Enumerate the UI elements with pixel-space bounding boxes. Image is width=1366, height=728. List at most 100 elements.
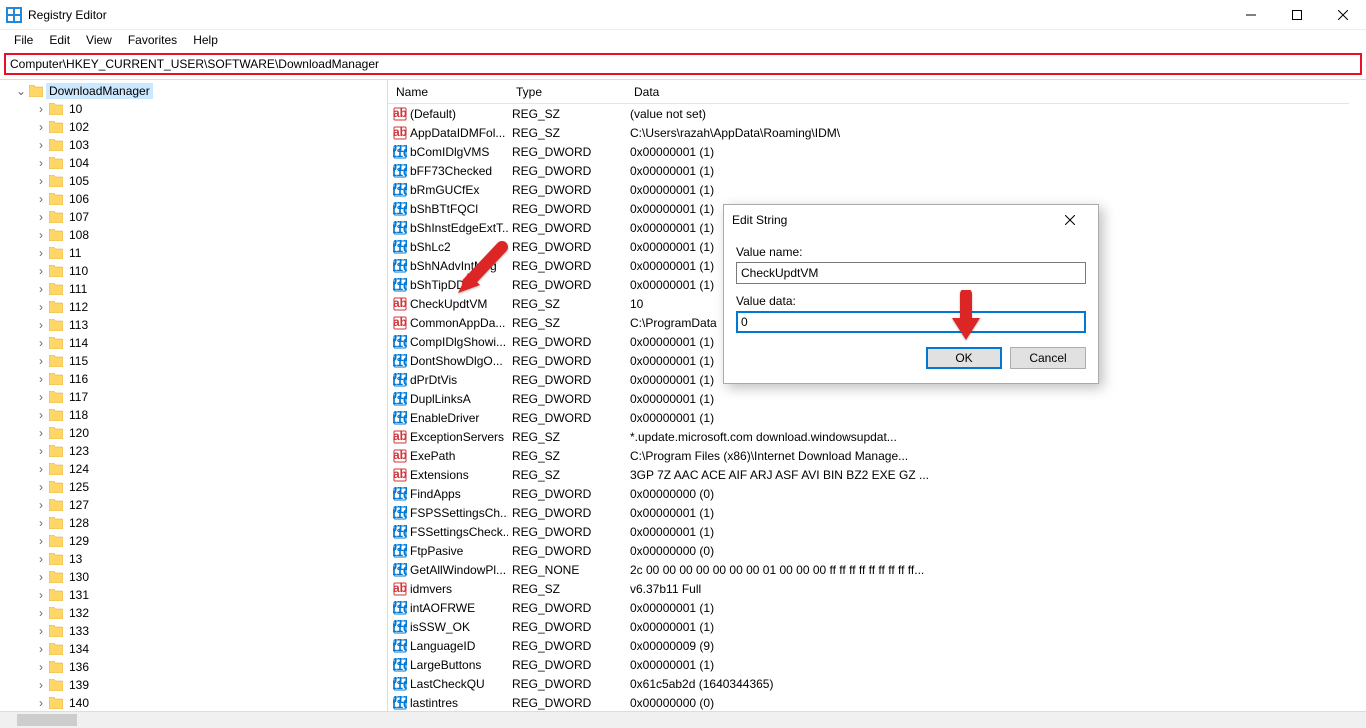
expand-icon[interactable]: › [34, 570, 48, 584]
column-type[interactable]: Type [508, 81, 626, 103]
expand-icon[interactable]: › [34, 102, 48, 116]
tree-item[interactable]: ›115 [14, 352, 387, 370]
menu-view[interactable]: View [78, 31, 120, 49]
address-bar[interactable] [10, 57, 1356, 71]
tree-item[interactable]: ›106 [14, 190, 387, 208]
tree-item[interactable]: ›110 [14, 262, 387, 280]
tree-pane[interactable]: ⌄DownloadManager›10›102›103›104›105›106›… [0, 80, 388, 711]
expand-icon[interactable]: › [34, 192, 48, 206]
tree-hscroll[interactable] [0, 711, 388, 728]
value-row[interactable]: abidmversREG_SZv6.37b11 Full [388, 579, 1366, 598]
expand-icon[interactable]: › [34, 372, 48, 386]
expand-icon[interactable]: › [34, 678, 48, 692]
expand-icon[interactable]: › [34, 138, 48, 152]
value-row[interactable]: 011110FSSettingsCheck...REG_DWORD0x00000… [388, 522, 1366, 541]
value-row[interactable]: 011110FindAppsREG_DWORD0x00000000 (0) [388, 484, 1366, 503]
menu-file[interactable]: File [6, 31, 41, 49]
value-row[interactable]: 011110LastCheckQUREG_DWORD0x61c5ab2d (16… [388, 674, 1366, 693]
column-data[interactable]: Data [626, 81, 1349, 103]
tree-item[interactable]: ›139 [14, 676, 387, 694]
value-row[interactable]: 011110intAOFRWEREG_DWORD0x00000001 (1) [388, 598, 1366, 617]
expand-icon[interactable]: › [34, 336, 48, 350]
expand-icon[interactable]: › [34, 174, 48, 188]
value-data-input[interactable] [736, 311, 1086, 333]
maximize-button[interactable] [1274, 0, 1320, 30]
tree-item[interactable]: ›114 [14, 334, 387, 352]
expand-icon[interactable]: › [34, 120, 48, 134]
expand-icon[interactable]: › [34, 588, 48, 602]
value-row[interactable]: 011110FSPSSettingsCh...REG_DWORD0x000000… [388, 503, 1366, 522]
expand-icon[interactable]: › [34, 390, 48, 404]
expand-icon[interactable]: ⌄ [14, 84, 28, 98]
value-row[interactable]: ab(Default)REG_SZ(value not set) [388, 104, 1366, 123]
expand-icon[interactable]: › [34, 156, 48, 170]
expand-icon[interactable]: › [34, 480, 48, 494]
expand-icon[interactable]: › [34, 228, 48, 242]
expand-icon[interactable]: › [34, 624, 48, 638]
value-row[interactable]: abAppDataIDMFol...REG_SZC:\Users\razah\A… [388, 123, 1366, 142]
tree-item[interactable]: ›11 [14, 244, 387, 262]
expand-icon[interactable]: › [34, 426, 48, 440]
tree-item[interactable]: ›13 [14, 550, 387, 568]
expand-icon[interactable]: › [34, 552, 48, 566]
expand-icon[interactable]: › [34, 606, 48, 620]
expand-icon[interactable]: › [34, 444, 48, 458]
column-name[interactable]: Name [388, 81, 508, 103]
tree-item[interactable]: ›134 [14, 640, 387, 658]
menu-help[interactable]: Help [185, 31, 226, 49]
tree-item[interactable]: ›103 [14, 136, 387, 154]
tree-item[interactable]: ›133 [14, 622, 387, 640]
value-row[interactable]: 011110bFF73CheckedREG_DWORD0x00000001 (1… [388, 161, 1366, 180]
tree-item[interactable]: ›102 [14, 118, 387, 136]
tree-item[interactable]: ›130 [14, 568, 387, 586]
tree-item[interactable]: ›112 [14, 298, 387, 316]
tree-item[interactable]: ›129 [14, 532, 387, 550]
dialog-titlebar[interactable]: Edit String [724, 205, 1098, 235]
tree-item[interactable]: ›131 [14, 586, 387, 604]
tree-item[interactable]: ›127 [14, 496, 387, 514]
expand-icon[interactable]: › [34, 210, 48, 224]
value-row[interactable]: 011110LargeButtonsREG_DWORD0x00000001 (1… [388, 655, 1366, 674]
tree-item[interactable]: ›120 [14, 424, 387, 442]
value-row[interactable]: abExtensionsREG_SZ3GP 7Z AAC ACE AIF ARJ… [388, 465, 1366, 484]
menu-favorites[interactable]: Favorites [120, 31, 185, 49]
tree-item[interactable]: ›132 [14, 604, 387, 622]
tree-item[interactable]: ›117 [14, 388, 387, 406]
expand-icon[interactable]: › [34, 282, 48, 296]
expand-icon[interactable]: › [34, 354, 48, 368]
dialog-close-button[interactable] [1050, 206, 1090, 234]
close-button[interactable] [1320, 0, 1366, 30]
list-pane[interactable]: Name Type Data ab(Default)REG_SZ(value n… [388, 80, 1366, 711]
cancel-button[interactable]: Cancel [1010, 347, 1086, 369]
expand-icon[interactable]: › [34, 408, 48, 422]
expand-icon[interactable]: › [34, 534, 48, 548]
tree-item[interactable]: ›125 [14, 478, 387, 496]
tree-item[interactable]: ›128 [14, 514, 387, 532]
minimize-button[interactable] [1228, 0, 1274, 30]
expand-icon[interactable]: › [34, 660, 48, 674]
tree-item[interactable]: ›10 [14, 100, 387, 118]
value-row[interactable]: abExceptionServersREG_SZ*.update.microso… [388, 427, 1366, 446]
tree-item[interactable]: ›140 [14, 694, 387, 711]
expand-icon[interactable]: › [34, 498, 48, 512]
expand-icon[interactable]: › [34, 246, 48, 260]
expand-icon[interactable]: › [34, 696, 48, 710]
value-row[interactable]: abExePathREG_SZC:\Program Files (x86)\In… [388, 446, 1366, 465]
menu-edit[interactable]: Edit [41, 31, 78, 49]
value-row[interactable]: 011110LanguageIDREG_DWORD0x00000009 (9) [388, 636, 1366, 655]
expand-icon[interactable]: › [34, 264, 48, 278]
ok-button[interactable]: OK [926, 347, 1002, 369]
expand-icon[interactable]: › [34, 516, 48, 530]
tree-item[interactable]: ›118 [14, 406, 387, 424]
value-row[interactable]: 011110bComIDlgVMSREG_DWORD0x00000001 (1) [388, 142, 1366, 161]
tree-item[interactable]: ›136 [14, 658, 387, 676]
tree-item[interactable]: ›116 [14, 370, 387, 388]
expand-icon[interactable]: › [34, 462, 48, 476]
value-row[interactable]: 011110GetAllWindowPl...REG_NONE2c 00 00 … [388, 560, 1366, 579]
value-row[interactable]: 011110lastintresREG_DWORD0x00000000 (0) [388, 693, 1366, 711]
expand-icon[interactable]: › [34, 642, 48, 656]
tree-item[interactable]: ›105 [14, 172, 387, 190]
value-row[interactable]: 011110DuplLinksAREG_DWORD0x00000001 (1) [388, 389, 1366, 408]
tree-item[interactable]: ›107 [14, 208, 387, 226]
tree-item[interactable]: ›104 [14, 154, 387, 172]
